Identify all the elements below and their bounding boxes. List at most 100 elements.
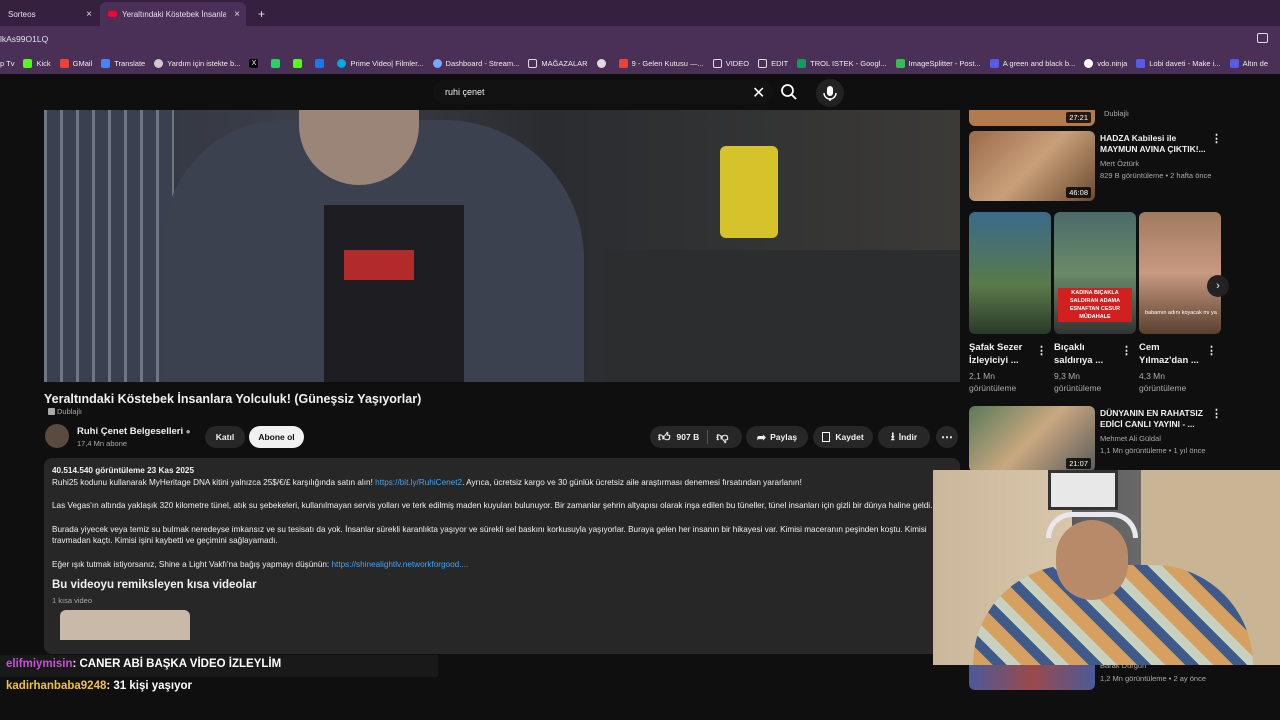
subscribe-button[interactable]: Abone ol	[249, 426, 304, 448]
short-title[interactable]: Bıçaklı saldırıya ...	[1054, 341, 1116, 367]
bookmark[interactable]: Dashboard - Stream...	[432, 58, 519, 68]
bookmark-icon	[1229, 58, 1239, 68]
clear-search-icon[interactable]: ✕	[752, 83, 765, 103]
video-meta: 1,2 Mn görüntüleme • 2 ay önce	[1100, 674, 1207, 683]
more-options-icon[interactable]: ⋮	[1121, 344, 1132, 357]
video-thumbnail[interactable]: 27:21	[969, 110, 1095, 126]
video-thumbnail[interactable]	[969, 664, 1095, 690]
bookmark[interactable]: vdo.ninja	[1084, 58, 1127, 68]
more-options-icon[interactable]: ⋮	[1036, 344, 1047, 357]
verified-icon: ●	[185, 427, 191, 436]
close-icon[interactable]: ×	[234, 9, 240, 20]
address-bar[interactable]: lkAs99O1LQ	[0, 26, 1280, 52]
channel-name[interactable]: Mert Öztürk	[1100, 158, 1139, 169]
translate-icon	[101, 58, 111, 68]
more-options-icon[interactable]: ⋮	[1206, 344, 1217, 357]
bookmark[interactable]	[293, 58, 306, 68]
bookmark-icon	[989, 58, 999, 68]
download-button[interactable]: ⭳ İndir	[878, 426, 930, 448]
voice-search-button[interactable]	[816, 79, 844, 107]
bookmark[interactable]: MAĞAZALAR	[528, 58, 588, 68]
close-icon[interactable]: ×	[86, 9, 92, 20]
dislike-icon[interactable]: 👎︎	[716, 430, 728, 445]
video-title: Yeraltındaki Köstebek İnsanlara Yolculuk…	[44, 392, 422, 406]
avatar[interactable]	[45, 424, 69, 448]
browser-tab-sorteos[interactable]: Sorteos ×	[0, 2, 98, 26]
channel-name[interactable]: Ruhi Çenet Belgeselleri ●	[77, 426, 191, 437]
short-thumbnail[interactable]: KADINA BIÇAKLA SALDIRAN ADAMA ESNAFTAN C…	[1054, 212, 1136, 334]
short-thumbnail[interactable]: babamın adını koyacak mı ya	[1139, 212, 1221, 334]
address-text: lkAs99O1LQ	[0, 34, 49, 44]
duration-badge: 21:07	[1066, 458, 1091, 469]
bookmark[interactable]: 9 - Gelen Kutusu —...	[618, 58, 704, 68]
description-paragraph: Burada yiyecek veya temiz su bulmak nere…	[52, 524, 927, 546]
short-thumbnail[interactable]	[969, 212, 1051, 334]
bookmark[interactable]	[596, 58, 610, 68]
shine-a-light-link[interactable]: https://shinealightlv.networkforgood....	[331, 560, 468, 569]
bookmark[interactable]: A green and black b...	[989, 58, 1075, 68]
view-stats: 40.514.540 görüntüleme 23 Kas 2025	[52, 466, 194, 475]
new-tab-button[interactable]: +	[250, 2, 273, 26]
myheritage-link[interactable]: https://bit.ly/RuhiCenet2	[375, 478, 462, 487]
bookmark[interactable]: p Tv	[0, 59, 14, 68]
yellow-can-image	[720, 146, 778, 238]
description-box[interactable]: 40.514.540 görüntüleme 23 Kas 2025 Ruhi2…	[44, 458, 960, 654]
cast-icon[interactable]	[1257, 33, 1268, 43]
short-views: 4,3 Mn	[1139, 371, 1165, 381]
bookmark[interactable]: X	[249, 58, 262, 68]
search-input[interactable]: ruhi çenet	[433, 80, 773, 104]
bookmark[interactable]: ImageSplitter - Post...	[895, 58, 981, 68]
video-meta: 1,1 Mn görüntüleme • 1 yıl önce	[1100, 446, 1206, 455]
video-player[interactable]	[44, 110, 960, 382]
bookmark[interactable]: TROL ISTEK - Googl...	[797, 58, 887, 68]
bookmark[interactable]	[271, 58, 284, 68]
more-options-icon[interactable]: ⋮	[1211, 407, 1222, 420]
like-icon[interactable]: 👍︎	[658, 430, 671, 445]
bookmark[interactable]: Kick	[23, 58, 51, 68]
bookmark[interactable]: Prime Video| Filmler...	[337, 58, 424, 68]
gmail-icon	[618, 58, 628, 68]
short-title[interactable]: Cem Yılmaz'dan ...	[1139, 341, 1201, 367]
chat-overlay: elifmiymisin: CANER ABİ BAŞKA VİDEO İZLE…	[0, 655, 440, 699]
bookmarks-bar: p Tv Kick GMail Translate Yardım için is…	[0, 52, 1280, 74]
video-thumbnail[interactable]: 46:08	[969, 131, 1095, 201]
facebook-icon	[315, 58, 325, 68]
download-icon: ⭳	[890, 430, 895, 443]
search-value: ruhi çenet	[445, 87, 485, 97]
more-actions-button[interactable]: ⋯	[936, 426, 958, 448]
like-count[interactable]: 907 B	[677, 432, 700, 442]
bookmark[interactable]: Altın de	[1229, 58, 1268, 68]
more-options-icon[interactable]: ⋮	[1211, 132, 1222, 145]
video-title[interactable]: DÜNYANIN EN RAHATSIZ EDİCİ CANLI YAYINI …	[1100, 408, 1210, 430]
save-button[interactable]: Kaydet	[813, 426, 873, 448]
browser-tab-bar: Sorteos × Yeraltındaki Köstebek İnsanlar…	[0, 0, 1280, 26]
browser-tab-active[interactable]: Yeraltındaki Köstebek İnsanlara ×	[100, 2, 246, 26]
bookmark[interactable]: Lobi daveti - Make i...	[1136, 58, 1221, 68]
bookmark[interactable]: Yardım için istekte b...	[154, 58, 240, 68]
video-thumbnail[interactable]: 21:07	[969, 406, 1095, 472]
bookmark-icon	[822, 432, 831, 442]
shopping-cart-image	[44, 110, 174, 382]
short-views-label: görüntüleme	[969, 383, 1017, 393]
bookmark[interactable]: EDIT	[758, 58, 788, 68]
youtube-icon	[108, 11, 117, 17]
video-meta: 829 B görüntüleme • 2 hafta önce	[1100, 171, 1212, 180]
shorts-count: 1 kısa video	[52, 595, 93, 605]
video-title[interactable]: HADZA Kabilesi ile MAYMUN AVINA ÇIKTIK!.…	[1100, 133, 1210, 155]
chat-username: elifmiymisin	[6, 658, 73, 670]
share-button[interactable]: ➦ Paylaş	[746, 426, 808, 448]
tshirt-print-image	[344, 250, 414, 280]
bookmark[interactable]: Translate	[101, 58, 145, 68]
short-thumbnail[interactable]	[60, 610, 190, 640]
folder-icon	[712, 58, 722, 68]
bookmark[interactable]	[315, 58, 328, 68]
bookmark[interactable]: VIDEO	[712, 58, 749, 68]
kick-icon	[293, 58, 303, 68]
join-button[interactable]: Katıl	[205, 426, 245, 448]
search-icon[interactable]	[780, 83, 798, 101]
bookmark[interactable]: GMail	[59, 58, 92, 68]
channel-name[interactable]: Mehmet Ali Güldal	[1100, 433, 1161, 444]
chevron-right-icon[interactable]: ›	[1207, 275, 1229, 297]
short-title[interactable]: Şafak Sezer İzleyiciyi ...	[969, 341, 1031, 367]
prime-icon	[337, 58, 347, 68]
